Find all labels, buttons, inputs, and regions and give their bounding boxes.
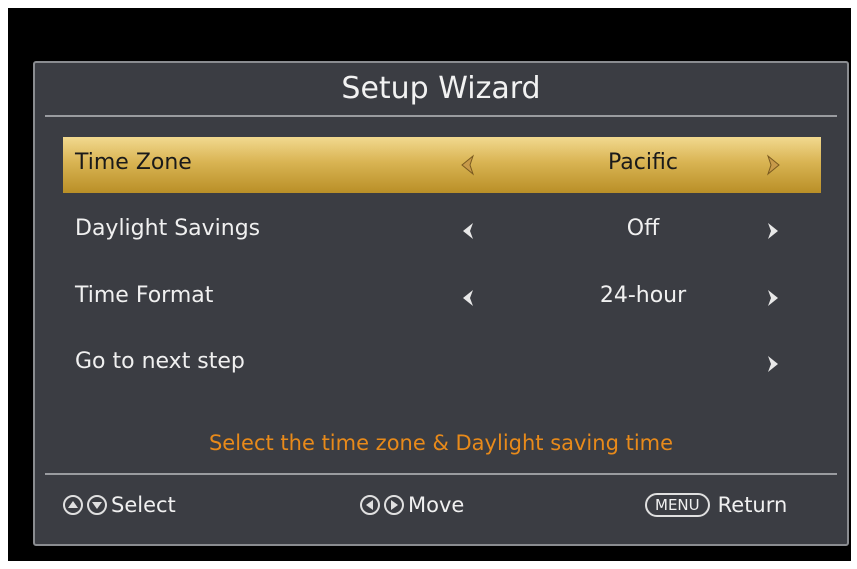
- arrow-right-icon[interactable]: [763, 154, 783, 176]
- footer-select-label: Select: [111, 493, 176, 517]
- setup-wizard-dialog: Setup Wizard Time Zone Pacific Daylight …: [33, 61, 849, 546]
- menu-row-time-zone[interactable]: Time Zone Pacific: [63, 137, 821, 193]
- arrow-right-icon[interactable]: [763, 287, 783, 309]
- footer-divider: [45, 473, 837, 475]
- footer-move-label: Move: [408, 493, 465, 517]
- arrow-left-icon[interactable]: [458, 287, 478, 309]
- row-value: 24-hour: [599, 283, 687, 308]
- menu-row-next-step[interactable]: Go to next step: [63, 336, 821, 392]
- footer-select: Select: [63, 493, 176, 517]
- left-button-icon: [360, 495, 380, 515]
- menu-row-daylight-savings[interactable]: Daylight Savings Off: [63, 203, 821, 259]
- footer-move: Move: [360, 493, 464, 517]
- row-value: Off: [626, 216, 660, 241]
- title-divider: [45, 115, 837, 117]
- up-button-icon: [63, 495, 83, 515]
- row-label: Time Zone: [75, 150, 192, 175]
- dialog-title: Setup Wizard: [341, 71, 541, 106]
- row-label: Go to next step: [75, 349, 245, 374]
- footer-return: MENU Return: [645, 493, 787, 517]
- menu-key-badge: MENU: [645, 493, 710, 517]
- right-button-icon: [384, 495, 404, 515]
- tv-screen: Setup Wizard Time Zone Pacific Daylight …: [8, 8, 851, 561]
- row-value: Pacific: [608, 150, 678, 175]
- arrow-left-icon[interactable]: [458, 220, 478, 242]
- arrow-left-icon[interactable]: [458, 154, 478, 176]
- menu-row-time-format[interactable]: Time Format 24-hour: [63, 270, 821, 326]
- hint-text: Select the time zone & Daylight saving t…: [208, 431, 674, 455]
- row-label: Daylight Savings: [75, 216, 261, 241]
- footer-return-label: Return: [717, 493, 788, 517]
- row-label: Time Format: [75, 283, 214, 308]
- arrow-right-icon[interactable]: [763, 353, 783, 375]
- arrow-right-icon[interactable]: [763, 220, 783, 242]
- down-button-icon: [87, 495, 107, 515]
